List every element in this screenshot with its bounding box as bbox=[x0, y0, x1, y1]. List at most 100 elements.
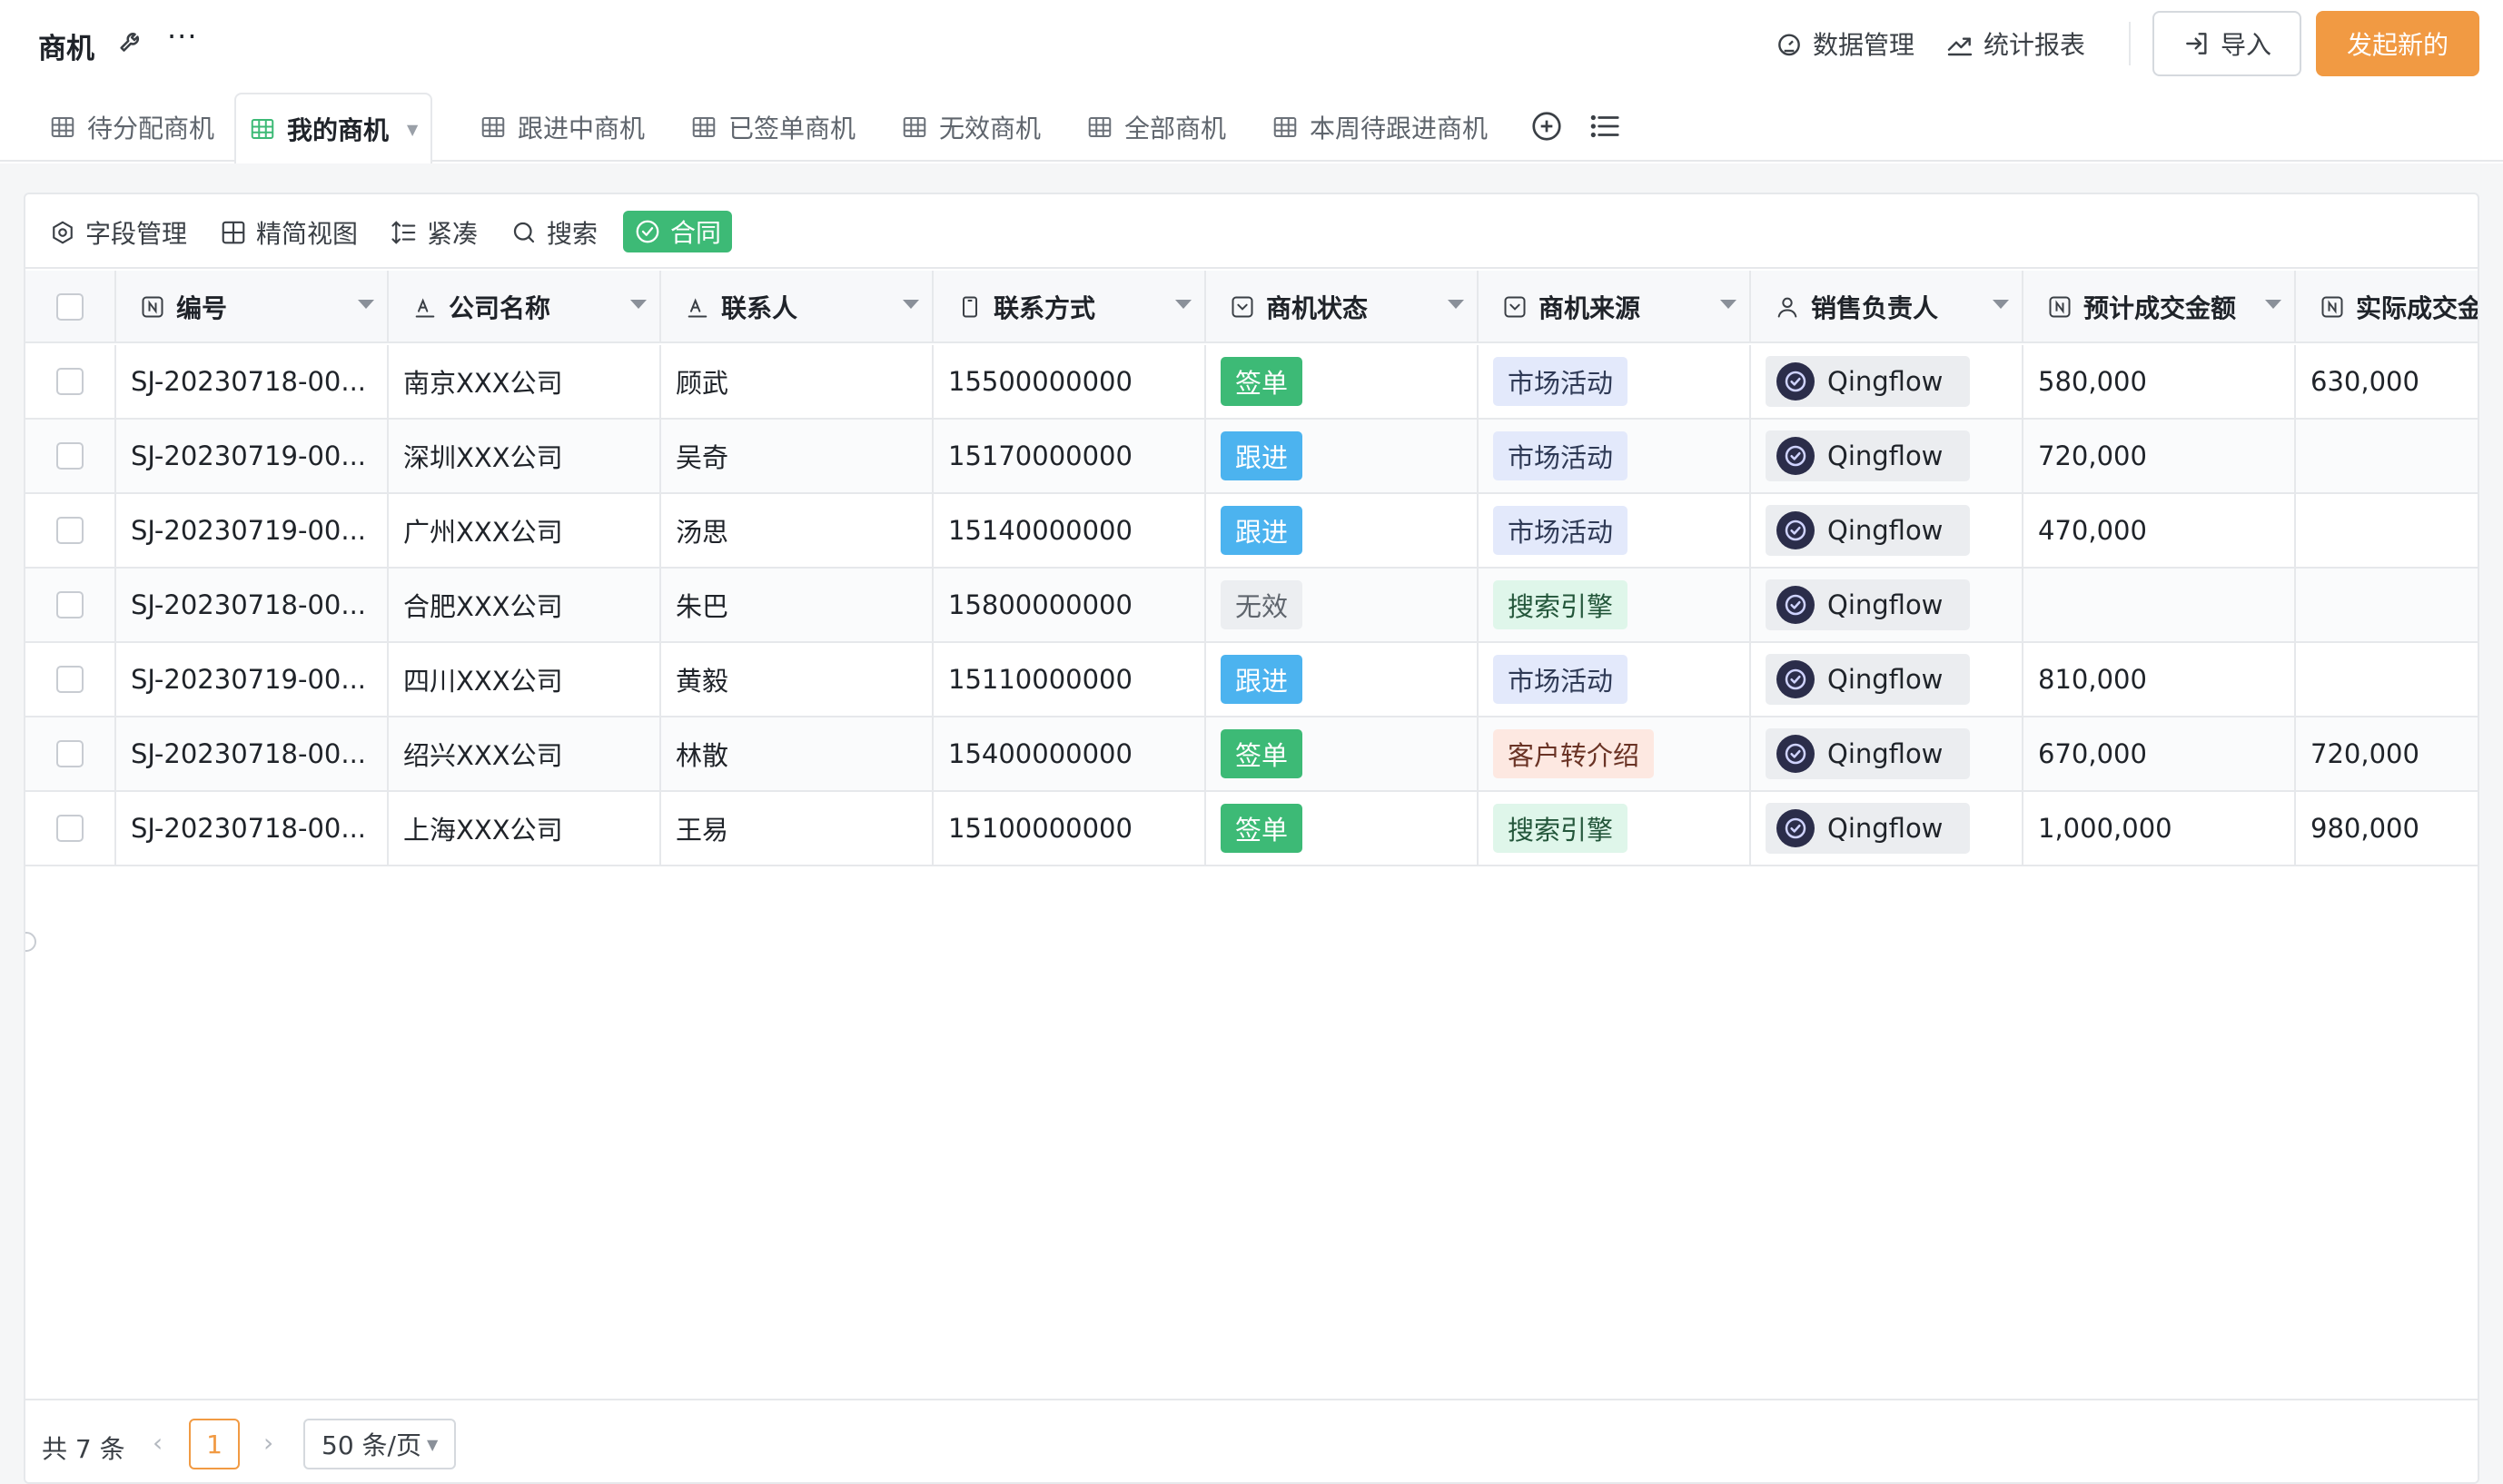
table-row[interactable]: SJ-20230718-00... 绍兴XXX公司 林散 15400000000 签单 客… bbox=[25, 717, 2478, 792]
density-button[interactable]: 紧凑 bbox=[391, 214, 478, 251]
row-checkbox[interactable] bbox=[56, 442, 84, 470]
owner-chip[interactable]: Qingflow bbox=[1766, 654, 1971, 705]
source-tag: 市场活动 bbox=[1493, 357, 1628, 406]
tab-invalid[interactable]: 无效商机 bbox=[888, 93, 1054, 162]
tab-unassigned[interactable]: 待分配商机 bbox=[36, 93, 227, 162]
table-row[interactable]: SJ-20230718-00... 合肥XXX公司 朱巴 15800000000 无效 搜… bbox=[25, 569, 2478, 643]
cell-phone: 15400000000 bbox=[934, 717, 1206, 790]
owner-chip[interactable]: Qingflow bbox=[1766, 579, 1971, 630]
list-icon[interactable] bbox=[1588, 109, 1622, 143]
page-size-select[interactable]: 50 条/页 ▼ bbox=[303, 1419, 456, 1469]
sort-caret-icon[interactable] bbox=[1993, 300, 2009, 309]
current-page[interactable]: 1 bbox=[189, 1419, 240, 1469]
cell-id: SJ-20230718-00... bbox=[116, 345, 389, 418]
owner-chip[interactable]: Qingflow bbox=[1766, 505, 1971, 556]
total-count: 共 7 条 bbox=[42, 1434, 125, 1464]
owner-chip[interactable]: Qingflow bbox=[1766, 356, 1971, 407]
sort-caret-icon[interactable] bbox=[903, 300, 919, 309]
column-title: 公司名称 bbox=[449, 293, 551, 323]
sort-caret-icon[interactable] bbox=[358, 300, 374, 309]
side-handle[interactable] bbox=[25, 932, 36, 952]
column-header-expected-amount[interactable]: 预计成交金额 bbox=[2023, 271, 2296, 343]
source-tag: 搜索引擎 bbox=[1493, 804, 1628, 853]
column-header-contact[interactable]: 联系人 bbox=[661, 271, 934, 343]
cell-source: 市场活动 bbox=[1479, 494, 1751, 567]
owner-chip[interactable]: Qingflow bbox=[1766, 803, 1971, 854]
column-title: 商机来源 bbox=[1538, 293, 1641, 323]
cell-id: SJ-20230719-00... bbox=[116, 420, 389, 492]
cell-actual: 720,000 bbox=[2296, 717, 2478, 790]
table-grid-icon bbox=[251, 119, 274, 139]
table-grid-icon bbox=[51, 117, 74, 137]
row-select-cell bbox=[25, 792, 116, 865]
cell-actual: 630,000 bbox=[2296, 345, 2478, 418]
cell-contact: 朱巴 bbox=[661, 569, 934, 641]
sort-caret-icon[interactable] bbox=[1175, 300, 1192, 309]
owner-name: Qingflow bbox=[1827, 589, 1944, 620]
plus-circle-icon[interactable] bbox=[1529, 109, 1564, 143]
owner-chip[interactable]: Qingflow bbox=[1766, 728, 1971, 779]
row-checkbox[interactable] bbox=[56, 517, 84, 544]
row-height-icon bbox=[391, 221, 416, 244]
row-checkbox[interactable] bbox=[56, 666, 84, 693]
table-row[interactable]: SJ-20230719-00... 四川XXX公司 黄毅 15110000000 跟进 市… bbox=[25, 643, 2478, 717]
sort-caret-icon[interactable] bbox=[630, 300, 647, 309]
owner-name: Qingflow bbox=[1827, 813, 1944, 844]
row-checkbox[interactable] bbox=[56, 368, 84, 395]
sort-caret-icon[interactable] bbox=[1448, 300, 1464, 309]
more-icon[interactable]: ··· bbox=[167, 22, 203, 60]
pagination-bar: 共 7 条 ‹ 1 › 50 条/页 ▼ bbox=[25, 1399, 2478, 1482]
tab-this-week[interactable]: 本周待跟进商机 bbox=[1259, 93, 1500, 162]
table-row[interactable]: SJ-20230719-00... 广州XXX公司 汤思 15140000000 跟进 市… bbox=[25, 494, 2478, 569]
row-select-cell bbox=[25, 643, 116, 716]
source-tag: 客户转介绍 bbox=[1493, 729, 1655, 778]
row-checkbox[interactable] bbox=[56, 591, 84, 618]
column-header-source[interactable]: 商机来源 bbox=[1479, 271, 1751, 343]
table-toolbar: 字段管理 精简视图 紧凑 搜索 合同 bbox=[25, 194, 2478, 269]
status-tag: 签单 bbox=[1221, 804, 1303, 853]
import-button[interactable]: 导入 bbox=[2152, 11, 2301, 76]
column-header-status[interactable]: 商机状态 bbox=[1206, 271, 1479, 343]
cell-expected: 580,000 bbox=[2023, 345, 2296, 418]
cell-actual bbox=[2296, 569, 2478, 641]
row-select-cell bbox=[25, 420, 116, 492]
tab-following[interactable]: 跟进中商机 bbox=[467, 93, 658, 162]
column-header-actual-amount[interactable]: 实际成交金 bbox=[2296, 271, 2479, 343]
column-header-owner[interactable]: 销售负责人 bbox=[1751, 271, 2023, 343]
owner-chip[interactable]: Qingflow bbox=[1766, 430, 1971, 481]
column-header-id[interactable]: 编号 bbox=[116, 271, 389, 343]
sort-caret-icon[interactable] bbox=[1720, 300, 1736, 309]
tab-signed[interactable]: 已签单商机 bbox=[678, 93, 868, 162]
data-manage-link[interactable]: 数据管理 bbox=[1775, 25, 1914, 62]
compact-view-button[interactable]: 精简视图 bbox=[220, 214, 358, 251]
next-page-icon[interactable]: › bbox=[263, 1428, 273, 1458]
tab-all[interactable]: 全部商机 bbox=[1073, 93, 1239, 162]
cell-contact: 林散 bbox=[661, 717, 934, 790]
cell-phone: 15500000000 bbox=[934, 345, 1206, 418]
search-button[interactable]: 搜索 bbox=[510, 214, 598, 251]
tab-label: 已签单商机 bbox=[728, 114, 856, 143]
tab-my-opportunities[interactable]: 我的商机 ▼ bbox=[234, 93, 433, 165]
new-record-button[interactable]: 发起新的 bbox=[2316, 11, 2479, 76]
table-row[interactable]: SJ-20230719-00... 深圳XXX公司 吴奇 15170000000 跟进 市… bbox=[25, 420, 2478, 494]
cell-company: 绍兴XXX公司 bbox=[389, 717, 661, 790]
sort-caret-icon[interactable] bbox=[2265, 300, 2281, 309]
row-checkbox[interactable] bbox=[56, 815, 84, 842]
wrench-icon[interactable] bbox=[116, 27, 147, 58]
select-all-checkbox[interactable] bbox=[56, 293, 84, 321]
column-title: 实际成交金 bbox=[2356, 293, 2479, 323]
table-row[interactable]: SJ-20230718-00... 南京XXX公司 顾武 15500000000 签单 市… bbox=[25, 345, 2478, 420]
chevron-down-icon[interactable]: ▼ bbox=[407, 121, 418, 138]
field-manage-button[interactable]: 字段管理 bbox=[49, 214, 187, 251]
cell-actual: 980,000 bbox=[2296, 792, 2478, 865]
prev-page-icon[interactable]: ‹ bbox=[153, 1428, 163, 1458]
cell-actual bbox=[2296, 643, 2478, 716]
contract-button[interactable]: 合同 bbox=[623, 211, 733, 252]
table-row[interactable]: SJ-20230718-00... 上海XXX公司 王易 15100000000 签单 搜… bbox=[25, 792, 2478, 866]
cell-status: 跟进 bbox=[1206, 494, 1479, 567]
column-header-phone[interactable]: 联系方式 bbox=[934, 271, 1206, 343]
trend-icon bbox=[1947, 37, 1973, 56]
reports-link[interactable]: 统计报表 bbox=[1945, 25, 2085, 62]
row-checkbox[interactable] bbox=[56, 740, 84, 767]
column-header-company[interactable]: 公司名称 bbox=[389, 271, 661, 343]
